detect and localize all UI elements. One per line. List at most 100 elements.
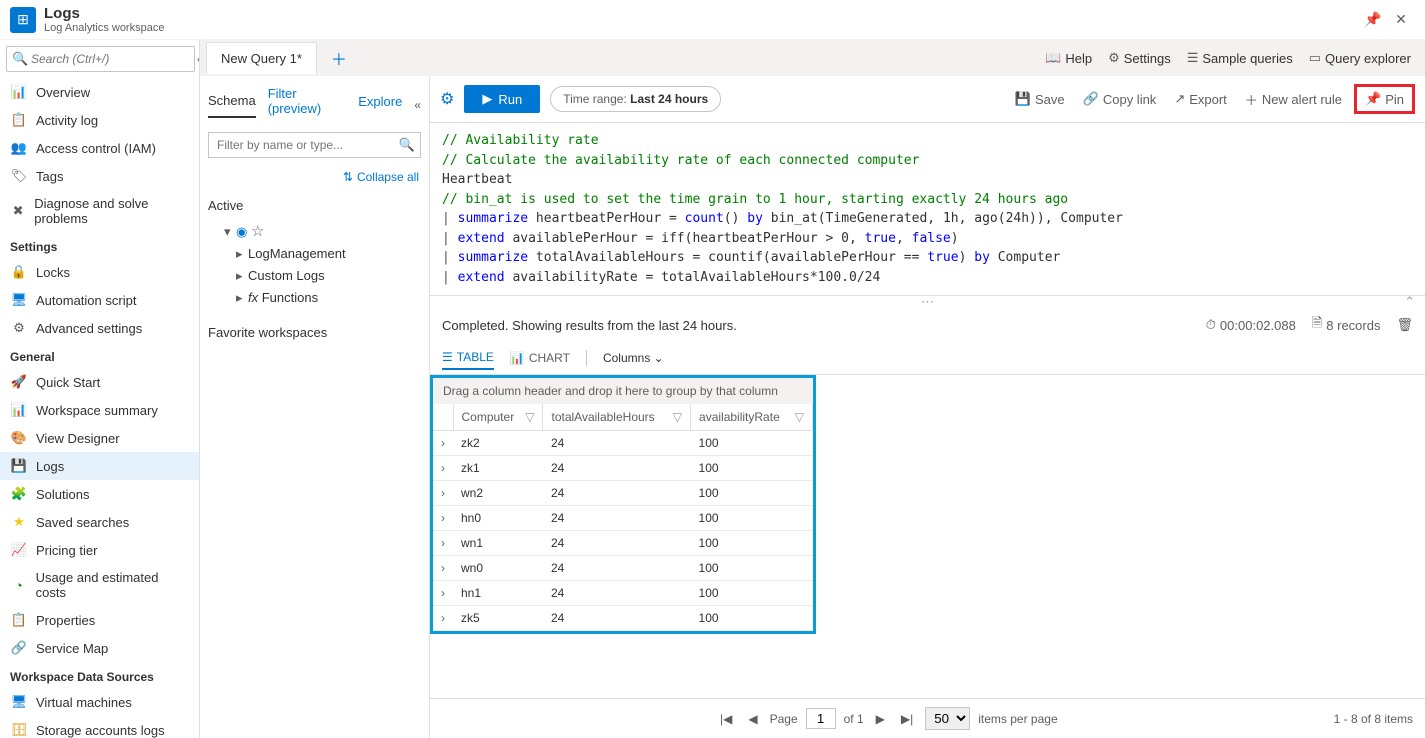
query-editor[interactable]: // Availability rate// Calculate the ava… <box>430 123 1425 296</box>
collapse-all-button[interactable]: ⇅Collapse all <box>200 166 429 188</box>
resize-handle[interactable]: ⋯ ⌃ <box>430 296 1425 308</box>
tabbar-link-settings[interactable]: ⚙Settings <box>1100 50 1179 66</box>
expand-row-button[interactable]: › <box>433 456 453 481</box>
filter-icon[interactable]: ▽ <box>673 410 682 424</box>
nav-item-service-map[interactable]: 🔗Service Map <box>0 634 199 662</box>
view-tab-chart[interactable]: 📊CHART <box>510 347 570 369</box>
tree-section-active: Active <box>208 192 421 219</box>
table-icon: ☰ <box>442 350 453 364</box>
tree-node-logmanagement[interactable]: ▸LogManagement <box>208 243 421 265</box>
resource-search-input[interactable] <box>6 46 195 72</box>
action-icon: ↗ <box>1174 91 1185 107</box>
group-drop-hint[interactable]: Drag a column header and drop it here to… <box>433 378 813 404</box>
expand-row-button[interactable]: › <box>433 531 453 556</box>
nav-item-icon: 🚀 <box>10 374 28 390</box>
toolbar-action-new-alert-rule[interactable]: ＋New alert rule <box>1239 84 1348 114</box>
query-duration: ⏱00:00:02.088 <box>1206 317 1296 333</box>
expand-row-button[interactable]: › <box>433 581 453 606</box>
nav-item-icon: 🖥 <box>10 292 28 308</box>
window-header: ⊞ Logs Log Analytics workspace 📌 ✕ <box>0 0 1425 40</box>
query-tab-active[interactable]: New Query 1* <box>206 42 317 74</box>
schema-collapse-button[interactable]: « <box>414 98 421 112</box>
nav-item-icon: 🔗 <box>10 640 28 656</box>
page-input[interactable] <box>806 708 836 729</box>
nav-item-storage-accounts-logs[interactable]: 🗄Storage accounts logs <box>0 716 199 738</box>
table-row[interactable]: ›zk524100 <box>433 606 813 631</box>
filter-icon[interactable]: ⚙ <box>440 89 454 109</box>
column-header-totalavailablehours[interactable]: totalAvailableHours▽ <box>543 404 691 431</box>
nav-item-locks[interactable]: 🔒Locks <box>0 258 199 286</box>
tree-node-custom-logs[interactable]: ▸Custom Logs <box>208 265 421 287</box>
clock-icon: ⏱ <box>1206 317 1216 333</box>
expand-row-button[interactable]: › <box>433 556 453 581</box>
filter-icon[interactable]: ▽ <box>525 410 534 424</box>
expand-row-button[interactable]: › <box>433 606 453 631</box>
schema-tab-filter[interactable]: Filter (preview) <box>268 86 347 124</box>
toolbar-action-pin[interactable]: 📌Pin <box>1354 84 1415 114</box>
nav-item-tags[interactable]: 🏷Tags <box>0 162 199 190</box>
nav-item-solutions[interactable]: 🧩Solutions <box>0 480 199 508</box>
pin-window-button[interactable]: 📌 <box>1359 11 1387 28</box>
expand-row-button[interactable]: › <box>433 481 453 506</box>
nav-item-icon: 📊 <box>10 84 28 100</box>
table-row[interactable]: ›hn024100 <box>433 506 813 531</box>
tabbar-link-query-explorer[interactable]: ▭Query explorer <box>1301 50 1419 66</box>
nav-item-icon: 🏷 <box>10 168 28 184</box>
tree-workspace[interactable]: ▾◉ ☆ <box>208 219 421 243</box>
results-table: Computer▽totalAvailableHours▽availabilit… <box>433 404 813 631</box>
column-header-availabilityrate[interactable]: availabilityRate▽ <box>691 404 813 431</box>
nav-item-view-designer[interactable]: 🎨View Designer <box>0 424 199 452</box>
last-page-button[interactable]: ▶| <box>897 712 917 726</box>
schema-tab-explore[interactable]: Explore <box>358 94 402 117</box>
nav-item-properties[interactable]: 📋Properties <box>0 606 199 634</box>
tabbar-link-help[interactable]: 📖Help <box>1037 50 1100 66</box>
tree-node-functions[interactable]: ▸fx Functions <box>208 287 421 309</box>
table-row[interactable]: ›wn024100 <box>433 556 813 581</box>
delete-results-button[interactable]: 🗑 <box>1396 317 1413 333</box>
schema-tab-schema[interactable]: Schema <box>208 93 256 118</box>
table-row[interactable]: ›wn224100 <box>433 481 813 506</box>
nav-item-icon: 🗄 <box>10 722 28 738</box>
columns-picker[interactable]: Columns ⌄ <box>603 351 664 365</box>
first-page-button[interactable]: |◀ <box>716 712 736 726</box>
next-page-button[interactable]: ▶ <box>872 712 889 726</box>
table-row[interactable]: ›hn124100 <box>433 581 813 606</box>
favorite-star-icon[interactable]: ☆ <box>251 223 264 240</box>
nav-item-logs[interactable]: 💾Logs <box>0 452 199 480</box>
expand-results-button[interactable]: ⌃ <box>1404 294 1415 310</box>
toolbar-action-save[interactable]: 💾Save <box>1009 84 1071 114</box>
nav-item-quick-start[interactable]: 🚀Quick Start <box>0 368 199 396</box>
expand-row-button[interactable]: › <box>433 506 453 531</box>
table-row[interactable]: ›zk224100 <box>433 431 813 456</box>
nav-item-activity-log[interactable]: 📋Activity log <box>0 106 199 134</box>
search-icon: 🔍 <box>399 137 415 153</box>
nav-item-access-control-iam-[interactable]: 👥Access control (IAM) <box>0 134 199 162</box>
nav-item-virtual-machines[interactable]: 🖥Virtual machines <box>0 688 199 716</box>
close-window-button[interactable]: ✕ <box>1387 11 1415 28</box>
nav-item-saved-searches[interactable]: ★Saved searches <box>0 508 199 536</box>
prev-page-button[interactable]: ◀ <box>744 712 761 726</box>
nav-item-automation-script[interactable]: 🖥Automation script <box>0 286 199 314</box>
nav-item-diagnose-and-solve-problems[interactable]: ✖Diagnose and solve problems <box>0 190 199 232</box>
time-range-picker[interactable]: Time range: Last 24 hours <box>550 86 721 112</box>
nav-item-advanced-settings[interactable]: ⚙Advanced settings <box>0 314 199 342</box>
toolbar-action-export[interactable]: ↗Export <box>1168 84 1232 114</box>
filter-icon[interactable]: ▽ <box>795 410 804 424</box>
view-tab-table[interactable]: ☰TABLE <box>442 346 494 370</box>
table-row[interactable]: ›wn124100 <box>433 531 813 556</box>
schema-filter-input[interactable] <box>208 132 421 158</box>
add-tab-button[interactable]: ＋ <box>321 40 357 76</box>
expand-row-button[interactable]: › <box>433 431 453 456</box>
page-size-select[interactable]: 50 <box>925 707 970 730</box>
page-subtitle: Log Analytics workspace <box>44 22 164 34</box>
table-row[interactable]: ›zk124100 <box>433 456 813 481</box>
nav-item-workspace-summary[interactable]: 📊Workspace summary <box>0 396 199 424</box>
nav-item-icon: ✖ <box>10 203 26 219</box>
run-button[interactable]: ▶ Run <box>464 85 540 113</box>
column-header-computer[interactable]: Computer▽ <box>453 404 543 431</box>
tabbar-link-sample-queries[interactable]: ☰Sample queries <box>1179 50 1301 66</box>
nav-item-usage-and-estimated-costs[interactable]: ◔Usage and estimated costs <box>0 564 199 606</box>
nav-item-overview[interactable]: 📊Overview <box>0 78 199 106</box>
toolbar-action-copy-link[interactable]: 🔗Copy link <box>1077 84 1163 114</box>
nav-item-pricing-tier[interactable]: 📈Pricing tier <box>0 536 199 564</box>
